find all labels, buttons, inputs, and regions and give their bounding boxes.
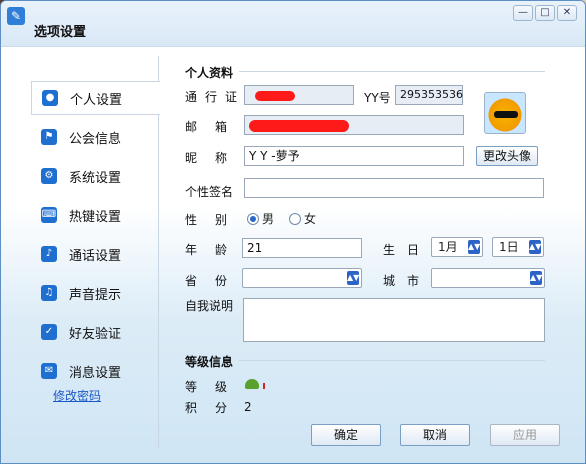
- bio-label: 自我说明: [185, 299, 234, 313]
- sidebar-item-personal[interactable]: ● 个人设置: [31, 81, 160, 115]
- wrench-icon: ✎: [7, 7, 25, 25]
- flag-icon: ⚑: [41, 129, 57, 145]
- divider: [239, 71, 545, 72]
- yy-number-field: 295353536: [395, 85, 463, 105]
- level-badge-icon: [245, 379, 265, 389]
- sidebar-item-label: 消息设置: [69, 365, 122, 381]
- sidebar-item-sound[interactable]: ♫ 声音提示: [31, 276, 159, 310]
- profile-section-title: 个人资料: [185, 66, 234, 80]
- close-button[interactable]: ✕: [557, 5, 577, 21]
- title-bar: ✎ 选项设置 — □ ✕: [1, 1, 585, 47]
- dropdown-arrow-icon: ▲▼: [347, 271, 359, 285]
- province-select[interactable]: ▲▼: [242, 268, 362, 288]
- redaction-mark: [249, 120, 349, 132]
- key-icon: ⌨: [41, 207, 57, 223]
- select-value: 1月: [438, 240, 458, 254]
- birth-day-select[interactable]: 1日 ▲▼: [492, 237, 544, 257]
- message-icon: ✉: [41, 363, 57, 379]
- speaker-icon: ♫: [41, 285, 57, 301]
- age-input[interactable]: 21: [242, 238, 362, 258]
- points-value: 2: [244, 400, 252, 414]
- avatar: [484, 92, 526, 134]
- email-field: [244, 115, 464, 135]
- birth-month-select[interactable]: 1月 ▲▼: [431, 237, 483, 257]
- province-label: 省份: [185, 274, 246, 288]
- gender-female-radio[interactable]: 女: [289, 210, 316, 227]
- spin-arrows-icon: ▲▼: [468, 240, 480, 254]
- sidebar: ● 个人设置 ⚑ 公会信息 ⚙ 系统设置 ⌨ 热键设置 ♪ 通话设置 ♫ 声音提…: [9, 56, 160, 448]
- signature-input[interactable]: [244, 178, 544, 198]
- cancel-button[interactable]: 取消: [400, 424, 470, 446]
- sidebar-item-label: 好友验证: [69, 326, 122, 342]
- level-section-title: 等级信息: [185, 355, 234, 369]
- sidebar-item-label: 热键设置: [69, 209, 122, 225]
- city-label: 城市: [383, 274, 432, 288]
- maximize-button[interactable]: □: [535, 5, 555, 21]
- apply-button[interactable]: 应用: [490, 424, 560, 446]
- radio-label: 男: [262, 212, 275, 226]
- city-select[interactable]: ▲▼: [431, 268, 545, 288]
- redaction-mark: [255, 91, 295, 101]
- signature-label: 个性签名: [185, 185, 234, 199]
- birthday-label: 生日: [383, 243, 432, 257]
- user-icon: ●: [42, 90, 58, 106]
- sidebar-item-hotkeys[interactable]: ⌨ 热键设置: [31, 198, 159, 232]
- dropdown-arrow-icon: ▲▼: [530, 271, 542, 285]
- ok-button[interactable]: 确定: [311, 424, 381, 446]
- sidebar-item-label: 公会信息: [69, 131, 122, 147]
- window-title: 选项设置: [34, 25, 87, 40]
- spin-arrows-icon: ▲▼: [529, 240, 541, 254]
- gear-icon: ⚙: [41, 168, 57, 184]
- gender-label: 性别: [185, 213, 246, 227]
- nickname-input[interactable]: Y Y -萝予: [244, 146, 464, 166]
- sidebar-item-label: 个人设置: [70, 92, 123, 108]
- gender-male-radio[interactable]: 男: [247, 210, 274, 227]
- microphone-icon: ♪: [41, 246, 57, 262]
- sidebar-item-call[interactable]: ♪ 通话设置: [31, 237, 159, 271]
- sidebar-item-messages[interactable]: ✉ 消息设置: [31, 354, 159, 388]
- sidebar-item-label: 通话设置: [69, 248, 122, 264]
- minimize-button[interactable]: —: [513, 5, 533, 21]
- sidebar-item-label: 系统设置: [69, 170, 122, 186]
- sidebar-item-guild[interactable]: ⚑ 公会信息: [31, 120, 159, 154]
- points-label: 积分: [185, 401, 246, 415]
- radio-dot: [289, 212, 301, 225]
- pass-field: [244, 85, 354, 105]
- divider: [239, 360, 545, 361]
- window-controls: — □ ✕: [513, 5, 577, 21]
- avatar-glasses: [494, 111, 518, 118]
- options-dialog: ✎ 选项设置 — □ ✕ ● 个人设置 ⚑ 公会信息 ⚙ 系统设置 ⌨ 热键设置…: [0, 0, 586, 464]
- age-label: 年龄: [185, 243, 246, 257]
- shield-user-icon: ✓: [41, 324, 57, 340]
- email-label: 邮箱: [185, 120, 246, 134]
- sidebar-item-friend-verify[interactable]: ✓ 好友验证: [31, 315, 159, 349]
- nickname-label: 昵称: [185, 151, 246, 165]
- bio-textarea[interactable]: [243, 298, 545, 342]
- radio-dot: [247, 212, 259, 225]
- yy-label: YY号: [364, 91, 391, 105]
- sidebar-item-label: 声音提示: [69, 287, 122, 303]
- level-label: 等级: [185, 380, 246, 394]
- select-value: 1日: [499, 240, 519, 254]
- radio-label: 女: [304, 212, 317, 226]
- change-password-link[interactable]: 修改密码: [53, 387, 101, 404]
- sidebar-item-system[interactable]: ⚙ 系统设置: [31, 159, 159, 193]
- change-avatar-button[interactable]: 更改头像: [476, 146, 538, 166]
- pass-label: 通行证: [185, 90, 246, 104]
